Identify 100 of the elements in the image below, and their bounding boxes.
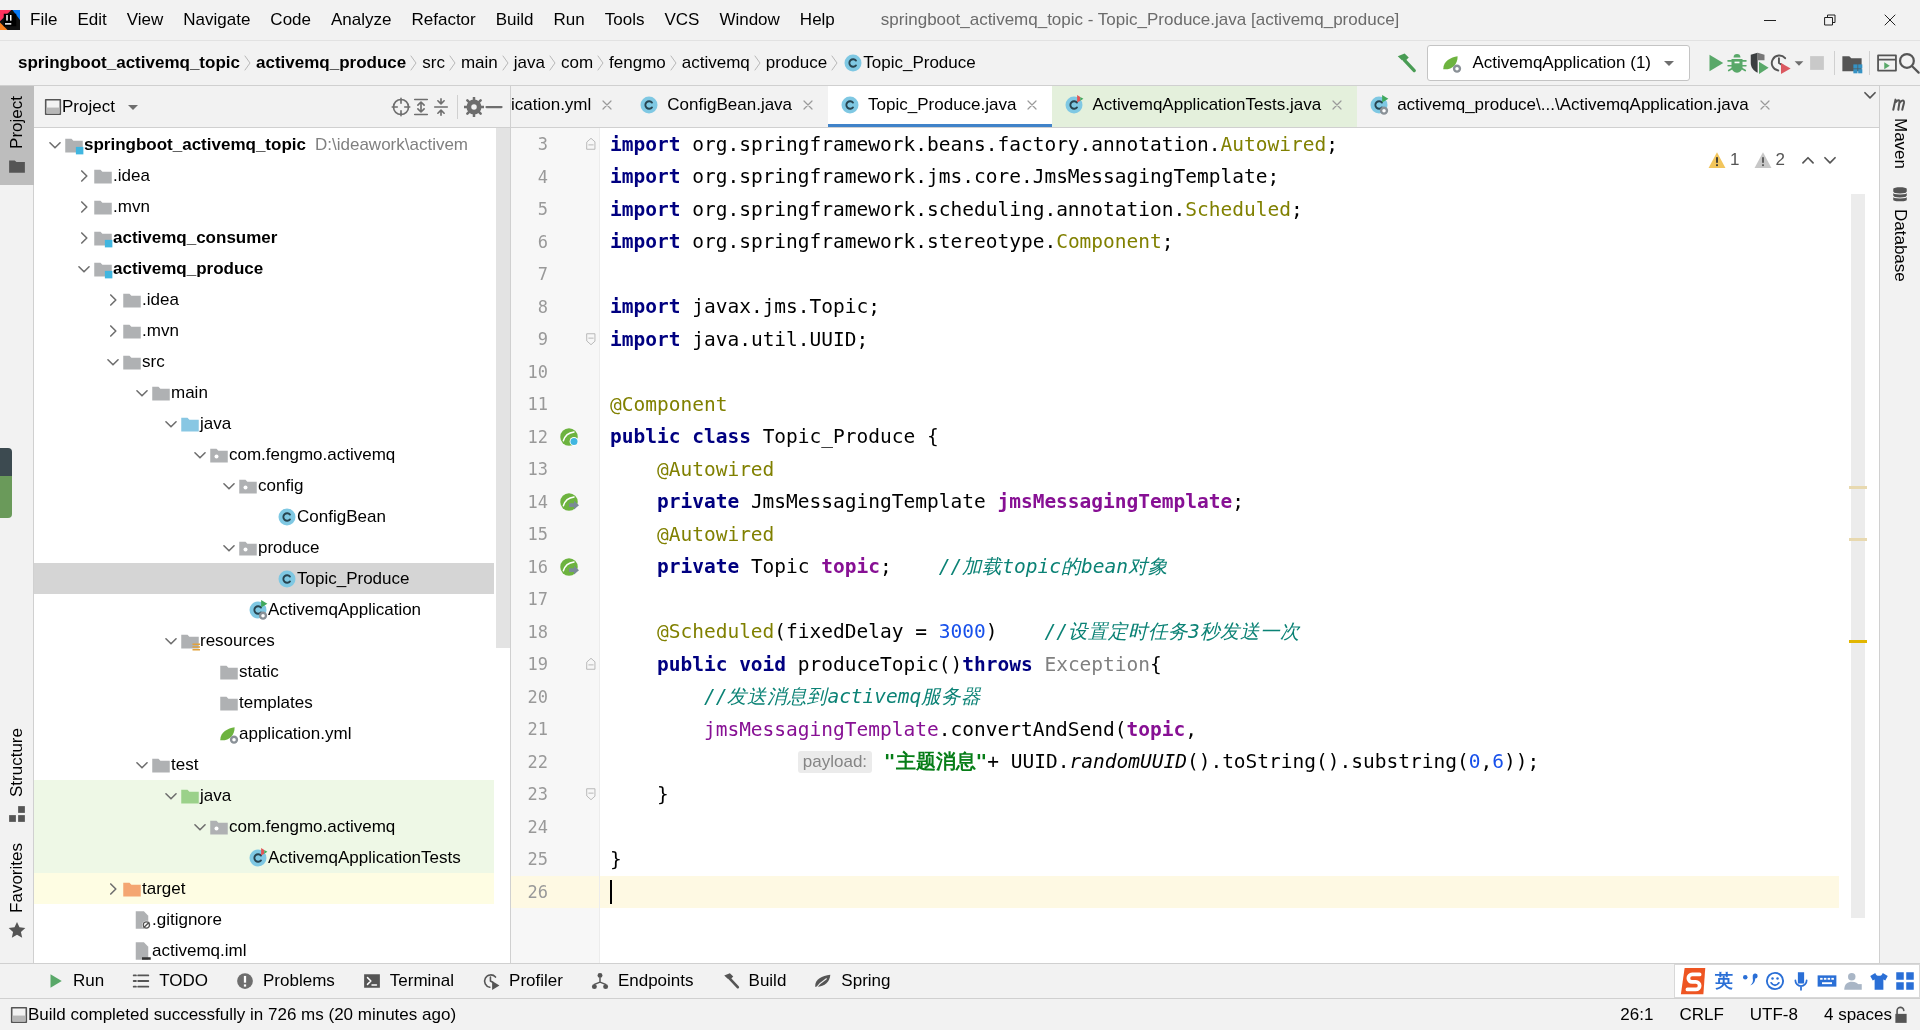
- tool-window-tab[interactable]: Maven: [1890, 86, 1910, 178]
- bean-icon[interactable]: [559, 426, 579, 447]
- caret-position[interactable]: 26:1: [1620, 1004, 1654, 1025]
- editor-tab[interactable]: ication.yml: [511, 86, 628, 127]
- editor-tab[interactable]: Topic_Produce.java: [828, 86, 1053, 127]
- input-mode[interactable]: 英: [1715, 969, 1733, 993]
- menu-item[interactable]: Navigate: [173, 10, 261, 30]
- search-icon[interactable]: [1898, 52, 1920, 74]
- collapse-all-icon[interactable]: [431, 96, 451, 117]
- breadcrumb[interactable]: main: [460, 53, 498, 73]
- file-encoding[interactable]: UTF-8: [1749, 1004, 1798, 1025]
- run-configuration-dropdown[interactable]: ActivemqApplication (1): [1427, 45, 1690, 81]
- breadcrumb[interactable]: com: [560, 53, 594, 73]
- tree-item[interactable]: .idea: [34, 160, 494, 191]
- menu-item[interactable]: Window: [709, 10, 790, 30]
- menu-item[interactable]: Analyze: [321, 10, 402, 30]
- tree-item[interactable]: .mvn: [34, 191, 494, 222]
- menu-item[interactable]: View: [116, 10, 174, 30]
- editor-tab[interactable]: activemq_produce\...\ActivemqApplication.java: [1357, 86, 1785, 127]
- breadcrumb[interactable]: produce: [765, 53, 828, 73]
- settings-icon[interactable]: [464, 96, 484, 117]
- tree-item[interactable]: resources: [34, 625, 494, 656]
- breadcrumb[interactable]: java: [513, 53, 545, 73]
- grid-icon[interactable]: [1895, 971, 1915, 991]
- warning-count[interactable]: 1: [1730, 150, 1740, 170]
- tree-item[interactable]: com.fengmo.activemq: [34, 439, 494, 470]
- tree-item[interactable]: com.fengmo.activemq: [34, 811, 494, 842]
- tree-item[interactable]: .idea: [34, 284, 494, 315]
- breadcrumb[interactable]: activemq: [681, 53, 750, 73]
- hammer-icon[interactable]: [1395, 52, 1418, 74]
- tool-window-button[interactable]: Profiler: [482, 971, 563, 991]
- menu-item[interactable]: Build: [485, 10, 544, 30]
- menu-item[interactable]: Refactor: [401, 10, 486, 30]
- tree-item[interactable]: templates: [34, 687, 494, 718]
- menu-item[interactable]: Tools: [594, 10, 655, 30]
- breadcrumb[interactable]: Topic_Produce: [863, 53, 976, 73]
- scrollbar-thumb[interactable]: [496, 128, 510, 648]
- tree-item[interactable]: ActivemqApplication: [34, 594, 494, 625]
- lock-icon[interactable]: [1892, 1005, 1910, 1024]
- tool-window-tab[interactable]: Project: [0, 86, 34, 185]
- tree-item[interactable]: java: [34, 780, 494, 811]
- warning-count[interactable]: 2: [1775, 150, 1785, 170]
- warning-icon[interactable]: [1708, 151, 1727, 169]
- breadcrumb[interactable]: activemq_produce: [256, 53, 407, 73]
- tool-window-button[interactable]: TODO: [132, 971, 208, 991]
- profiler-icon[interactable]: [1770, 52, 1792, 74]
- tree-item[interactable]: target: [34, 873, 494, 904]
- tree-item[interactable]: java: [34, 408, 494, 439]
- tool-window-tab[interactable]: Database: [1890, 177, 1910, 290]
- tree-item[interactable]: ActivemqApplicationTests: [34, 842, 494, 873]
- breadcrumb[interactable]: springboot_activemq_topic: [18, 53, 240, 73]
- tree-item[interactable]: activemq_produce: [34, 253, 494, 284]
- tool-window-button[interactable]: Run: [46, 971, 105, 991]
- tree-item[interactable]: .mvn: [34, 315, 494, 346]
- expand-all-icon[interactable]: [411, 96, 431, 117]
- window-icon[interactable]: [10, 1005, 28, 1024]
- tree-item[interactable]: Topic_Produce: [34, 563, 494, 594]
- crosshair-icon[interactable]: [391, 96, 411, 117]
- editor-tab[interactable]: ActivemqApplicationTests.java: [1052, 86, 1358, 127]
- tree-item[interactable]: activemq.iml: [34, 935, 494, 963]
- warning-icon[interactable]: [1753, 151, 1772, 169]
- menu-item[interactable]: Help: [789, 10, 845, 30]
- tree-item[interactable]: produce: [34, 532, 494, 563]
- tree-item[interactable]: ConfigBean: [34, 501, 494, 532]
- shirt-icon[interactable]: [1869, 971, 1889, 991]
- tree-item[interactable]: main: [34, 377, 494, 408]
- menu-item[interactable]: Run: [543, 10, 595, 30]
- tree-item[interactable]: test: [34, 749, 494, 780]
- window-play-icon[interactable]: [1876, 52, 1898, 74]
- breadcrumb[interactable]: src: [422, 53, 445, 73]
- menu-item[interactable]: Edit: [67, 10, 117, 30]
- tree-item[interactable]: config: [34, 470, 494, 501]
- coverage-icon[interactable]: [1748, 52, 1770, 74]
- tree-item[interactable]: springboot_activemq_topic D:\ideawork\activem: [34, 129, 494, 160]
- tool-window-tab[interactable]: Favorites: [0, 833, 34, 949]
- tree-item[interactable]: application.yml: [34, 718, 494, 749]
- autowired-icon[interactable]: [559, 491, 579, 512]
- tree-item[interactable]: src: [34, 346, 494, 377]
- tree-item[interactable]: static: [34, 656, 494, 687]
- tool-window-button[interactable]: Terminal: [362, 971, 455, 991]
- menu-item[interactable]: VCS: [654, 10, 710, 30]
- smiley-icon[interactable]: [1765, 971, 1785, 991]
- tree-item[interactable]: activemq_consumer: [34, 222, 494, 253]
- tool-window-button[interactable]: Spring: [814, 971, 891, 991]
- tool-window-button[interactable]: Endpoints: [590, 971, 694, 991]
- tool-window-tab[interactable]: Structure: [0, 718, 34, 834]
- line-separator[interactable]: CRLF: [1679, 1004, 1724, 1025]
- code-text: private Topic topic;: [656, 555, 892, 579]
- menu-item[interactable]: File: [20, 10, 68, 30]
- code-text: //设置定时任务3秒发送一次: [1044, 619, 1300, 646]
- panel-title[interactable]: Project: [62, 96, 115, 117]
- tree-item[interactable]: .gitignore: [34, 904, 494, 935]
- indent-setting[interactable]: 4 spaces: [1823, 1004, 1892, 1025]
- tool-window-button[interactable]: Problems: [236, 971, 335, 991]
- editor-tab[interactable]: ConfigBean.java: [627, 86, 829, 127]
- autowired-icon[interactable]: [559, 556, 579, 577]
- tool-window-button[interactable]: Build: [721, 971, 787, 991]
- scrollbar-track[interactable]: [1851, 194, 1865, 918]
- breadcrumb[interactable]: fengmo: [609, 53, 666, 73]
- menu-item[interactable]: Code: [260, 10, 321, 30]
